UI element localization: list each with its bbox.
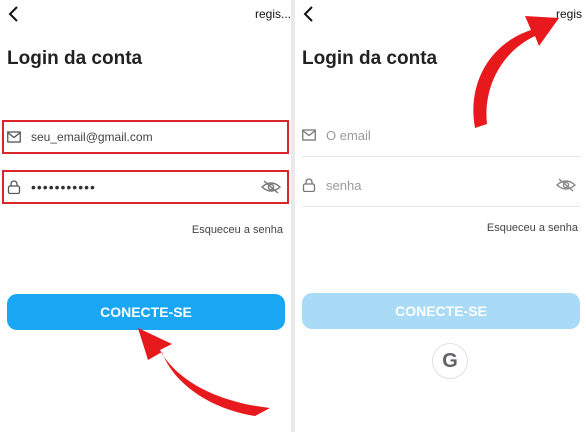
email-field[interactable]: O email xyxy=(302,118,580,152)
google-login-button[interactable]: G xyxy=(432,343,468,379)
password-highlight-box xyxy=(2,170,289,204)
connect-button-disabled[interactable]: CONECTE-SE xyxy=(302,293,580,329)
forgot-password-link[interactable]: Esqueceu a senha xyxy=(192,224,283,236)
red-arrow-up-left xyxy=(138,328,270,416)
email-underline xyxy=(302,156,580,157)
back-arrow-icon[interactable] xyxy=(301,4,317,24)
login-screen-empty: regis Login da conta O email senha Esque… xyxy=(295,0,586,432)
page-title: Login da conta xyxy=(7,48,143,69)
password-underline xyxy=(302,206,580,207)
back-arrow-icon[interactable] xyxy=(6,4,22,24)
password-field[interactable]: senha xyxy=(302,168,580,202)
password-placeholder: senha xyxy=(326,177,362,193)
connect-button[interactable]: CONECTE-SE xyxy=(7,294,285,330)
red-arrow-up-right xyxy=(473,16,559,128)
register-link[interactable]: regis xyxy=(556,7,582,21)
forgot-password-link[interactable]: Esqueceu a senha xyxy=(487,222,578,234)
email-placeholder: O email xyxy=(326,127,371,143)
login-screen-filled: regis... Login da conta seu_email@gmail.… xyxy=(0,0,291,432)
connect-button-label: CONECTE-SE xyxy=(100,304,192,320)
google-icon: G xyxy=(442,349,458,372)
eye-off-icon[interactable] xyxy=(556,178,576,192)
mail-icon xyxy=(302,129,316,141)
register-link[interactable]: regis... xyxy=(255,7,291,21)
page-title: Login da conta xyxy=(302,48,438,69)
connect-button-label: CONECTE-SE xyxy=(395,303,487,319)
lock-icon xyxy=(302,178,316,192)
email-highlight-box xyxy=(2,120,289,154)
